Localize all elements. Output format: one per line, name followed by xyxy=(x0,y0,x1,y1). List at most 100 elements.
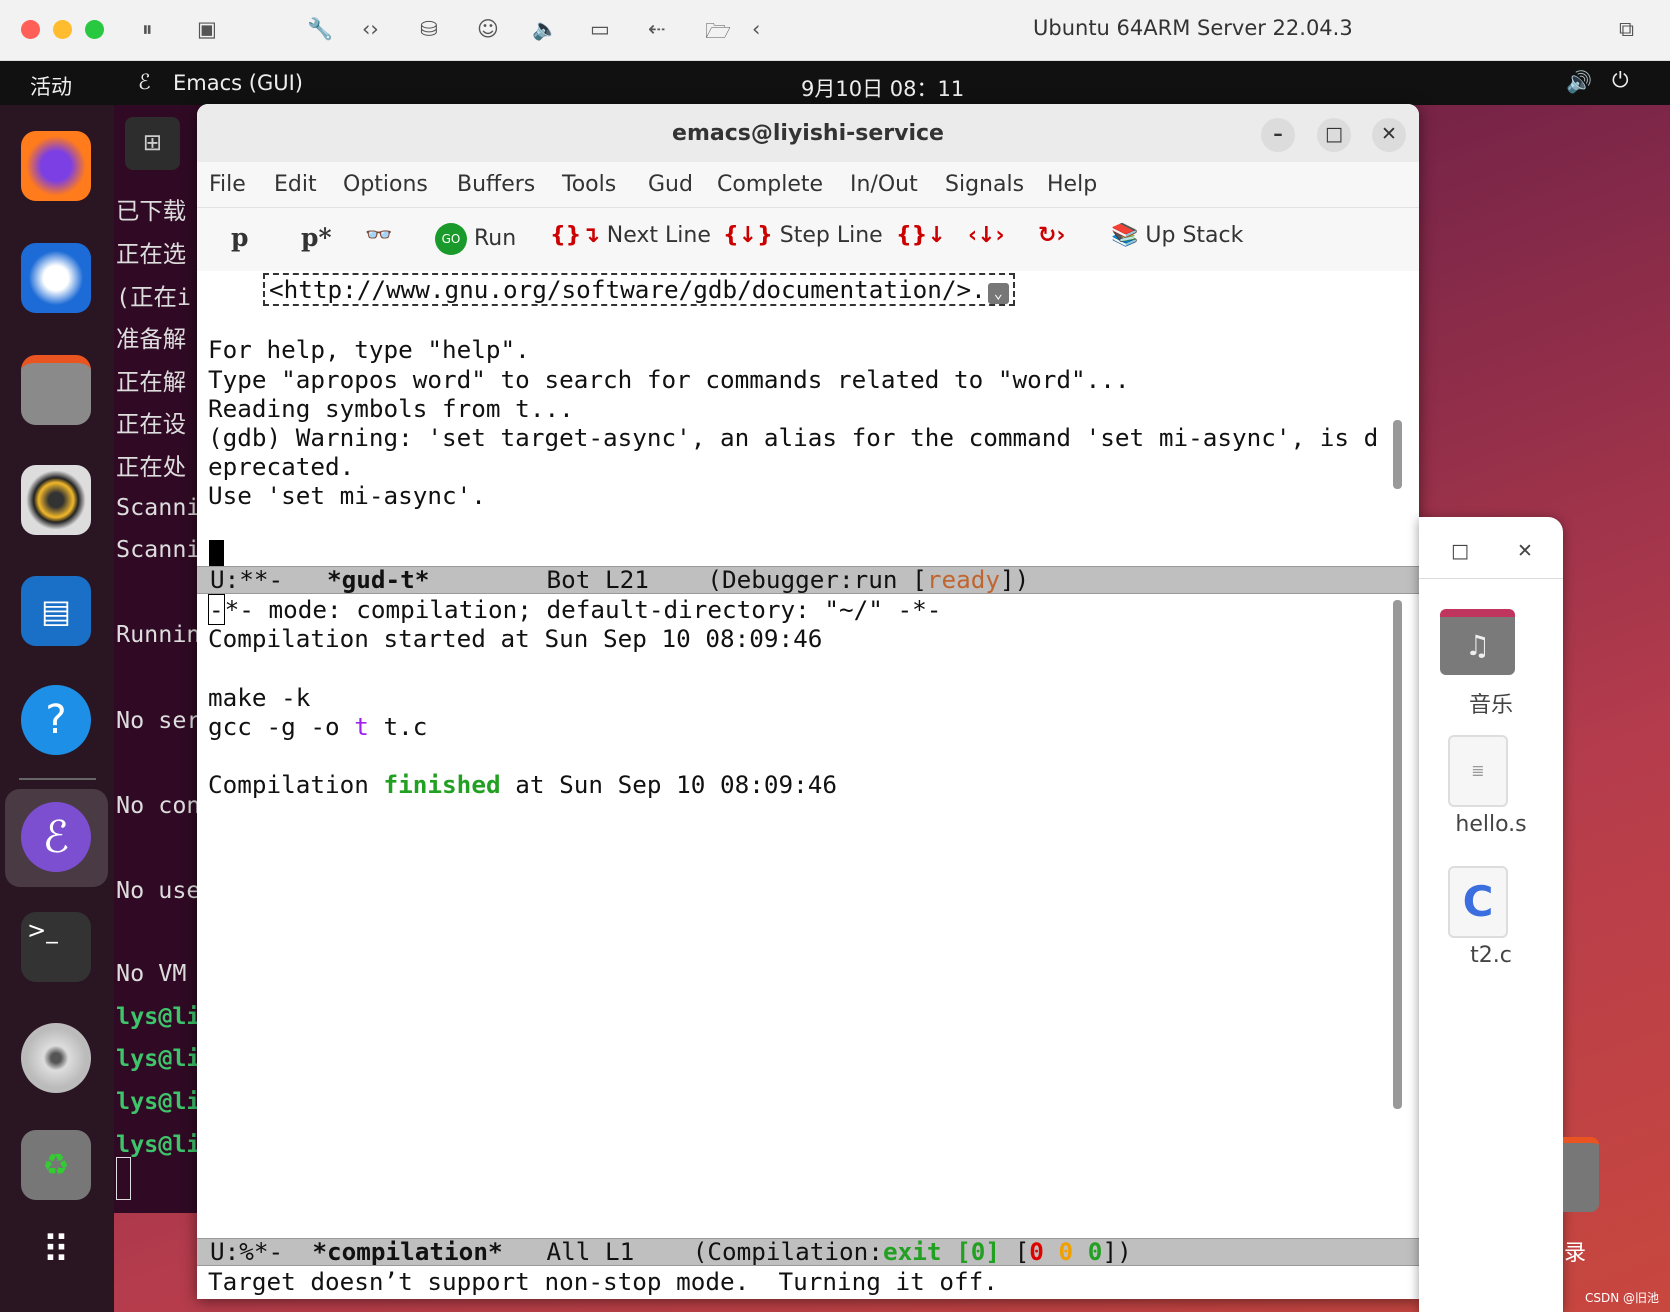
next-line-icon: {}↴ xyxy=(550,223,600,248)
firefox-icon[interactable] xyxy=(21,131,91,201)
help-icon[interactable]: ? xyxy=(21,685,91,755)
echo-area: Target doesn’t support non-stop mode. Tu… xyxy=(208,1267,998,1296)
window-mode-icon[interactable]: ⧉ xyxy=(1619,17,1634,42)
activities-button[interactable]: 活动 xyxy=(30,71,72,101)
run-button[interactable]: GO Run xyxy=(435,223,516,255)
folder-share-icon[interactable]: 🗁 xyxy=(705,17,731,52)
menu-file[interactable]: File xyxy=(209,172,246,197)
user-icon[interactable]: ☺ xyxy=(477,17,499,41)
camera-icon[interactable]: ▭ xyxy=(590,17,610,41)
desktop-folder-label[interactable]: 录 xyxy=(1564,1235,1586,1267)
speaker-icon[interactable]: 🔈 xyxy=(532,17,558,42)
file-label[interactable]: 音乐 xyxy=(1419,687,1563,719)
menu-buffers[interactable]: Buffers xyxy=(457,172,535,197)
menu-tools[interactable]: Tools xyxy=(562,172,616,197)
music-folder-icon[interactable]: ♫ xyxy=(1440,609,1515,675)
terminal-line: 正在设 xyxy=(116,410,187,438)
dock: ▤ ? ℰ >_ ♻ ⠿ xyxy=(0,105,114,1312)
terminal-icon[interactable]: >_ xyxy=(21,912,91,982)
text-file-icon[interactable]: ≣ xyxy=(1448,735,1508,807)
minimize-button[interactable] xyxy=(53,20,72,39)
menu-options[interactable]: Options xyxy=(343,172,428,197)
window-title: emacs@liyishi-service xyxy=(672,121,944,146)
close-button[interactable] xyxy=(21,20,40,39)
watermark: CSDN @旧池 xyxy=(1585,1291,1660,1305)
compilation-line: make -k xyxy=(208,682,311,712)
files-icon[interactable] xyxy=(21,355,91,425)
terminal-line: Runnin xyxy=(116,620,201,648)
chevron-down-icon[interactable]: ⌄ xyxy=(987,283,1009,304)
finished-status: finished xyxy=(383,770,501,800)
new-tab-icon[interactable]: ⊞ xyxy=(125,117,180,170)
mode-line-gud[interactable]: U:**- *gud-t* Bot L21 (Debugger:run [rea… xyxy=(197,565,1419,594)
file-label[interactable]: t2.c xyxy=(1419,943,1563,968)
terminal-cursor xyxy=(116,1157,131,1200)
zoom-button[interactable] xyxy=(85,20,104,39)
watch-icon[interactable]: 👓 xyxy=(365,223,392,248)
major-mode: (Debugger:run [ xyxy=(707,565,927,594)
files-window: □ ✕ ♫ 音乐 ≣ hello.s C t2.c xyxy=(1419,517,1563,1312)
text-cursor xyxy=(209,539,224,568)
desktop-folder-icon[interactable] xyxy=(1563,1137,1599,1212)
trash-icon[interactable]: ♻ xyxy=(21,1130,91,1200)
print-button[interactable]: p xyxy=(231,223,248,252)
scrollbar[interactable] xyxy=(1393,420,1402,489)
disc-icon[interactable] xyxy=(21,1023,91,1093)
finish-icon[interactable]: ‹↓› xyxy=(968,223,1005,248)
output-file: t xyxy=(354,711,369,741)
menu-complete[interactable]: Complete xyxy=(717,172,823,197)
info-count: 0 xyxy=(1087,1237,1103,1266)
chevron-left-icon[interactable]: ‹ xyxy=(752,17,760,41)
terminal-line: No con xyxy=(116,791,201,819)
file-label[interactable]: hello.s xyxy=(1419,812,1563,837)
thunderbird-icon[interactable] xyxy=(21,243,91,313)
writer-icon[interactable]: ▤ xyxy=(21,576,91,646)
url-tooltip[interactable]: <http://www.gnu.org/software/gdb/documen… xyxy=(263,273,1015,307)
menu-edit[interactable]: Edit xyxy=(274,172,317,197)
disk-icon[interactable]: ⛁ xyxy=(420,17,438,41)
print-deref-button[interactable]: p* xyxy=(301,223,332,252)
gud-line xyxy=(208,306,1378,335)
volume-icon[interactable]: 🔊 xyxy=(1566,70,1592,95)
echo-message: Target doesn’t support non-stop mode. Tu… xyxy=(208,1267,998,1296)
terminal-prompt: lys@li xyxy=(116,1002,201,1030)
gud-buffer[interactable]: <http://www.gnu.org/software/gdb/documen… xyxy=(197,271,1419,568)
maximize-button[interactable]: □ xyxy=(1451,540,1469,562)
close-button[interactable]: ✕ xyxy=(1372,118,1406,152)
menu-in-out[interactable]: In/Out xyxy=(850,172,918,197)
error-count: 0 xyxy=(1029,1237,1044,1266)
menu-help[interactable]: Help xyxy=(1047,172,1097,197)
step-instruction-icon[interactable]: {}↓ xyxy=(896,223,946,248)
minimize-button[interactable]: – xyxy=(1261,118,1295,152)
tool-bar: p p* 👓 GO Run {}↴ Next Line {↓} Step Lin… xyxy=(197,208,1419,271)
clock[interactable]: 9月10日 08：11 xyxy=(801,73,964,103)
emacs-icon[interactable]: ℰ xyxy=(21,802,91,872)
run-label: Run xyxy=(474,226,517,251)
maximize-button[interactable]: □ xyxy=(1317,118,1351,152)
power-icon[interactable]: ⏻ xyxy=(1612,68,1629,93)
rhythmbox-icon[interactable] xyxy=(21,465,91,535)
app-menu[interactable]: Emacs (GUI) xyxy=(173,71,303,95)
next-line-button[interactable]: {}↴ Next Line xyxy=(550,223,711,248)
show-apps-icon[interactable]: ⠿ xyxy=(21,1215,91,1285)
major-mode: (Compilation: xyxy=(692,1237,883,1266)
go-icon: GO xyxy=(435,223,467,255)
step-line-button[interactable]: {↓} Step Line xyxy=(723,223,883,248)
menu-signals[interactable]: Signals xyxy=(945,172,1024,197)
next-line-label: Next Line xyxy=(606,223,711,248)
mode-line-compilation[interactable]: U:%*- *compilation* All L1 (Compilation:… xyxy=(197,1237,1419,1266)
up-stack-button[interactable]: 📚 Up Stack xyxy=(1111,223,1243,248)
c-file-icon[interactable]: C xyxy=(1448,866,1508,938)
snapshot-icon[interactable]: ▣ xyxy=(197,17,217,41)
menu-gud[interactable]: Gud xyxy=(648,172,693,197)
continue-icon[interactable]: ↻› xyxy=(1038,223,1066,248)
compilation-buffer[interactable]: -*- mode: compilation; default-directory… xyxy=(197,594,1419,1238)
scrollbar[interactable] xyxy=(1393,600,1402,1109)
terminal-prompt: lys@li xyxy=(116,1130,201,1158)
code-icon[interactable]: ‹› xyxy=(362,17,379,41)
pause-icon[interactable]: ⏸ xyxy=(142,17,153,42)
close-button[interactable]: ✕ xyxy=(1517,540,1533,562)
wrench-icon[interactable]: 🔧 xyxy=(307,17,333,42)
compilation-line: Compilation started at Sun Sep 10 08:09:… xyxy=(208,624,823,654)
usb-icon[interactable]: ⇠ xyxy=(648,17,666,41)
